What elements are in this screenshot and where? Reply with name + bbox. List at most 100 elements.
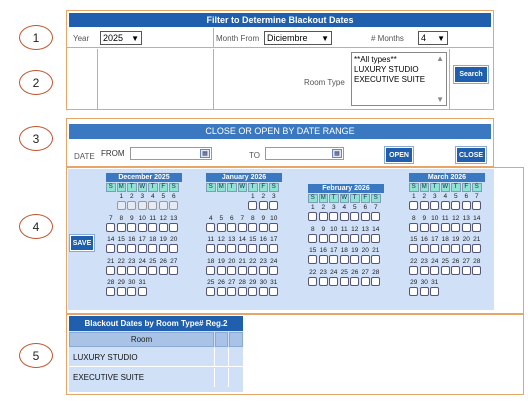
day-checkbox[interactable]: [216, 265, 226, 275]
day-cell[interactable]: 13: [169, 215, 179, 234]
day-cell[interactable]: 22: [308, 269, 318, 288]
day-cell[interactable]: 7: [237, 215, 248, 234]
day-cell[interactable]: 17: [329, 247, 339, 266]
day-checkbox[interactable]: [409, 265, 419, 275]
day-cell[interactable]: 23: [127, 258, 137, 277]
day-cell[interactable]: 24: [430, 258, 440, 277]
day-checkbox[interactable]: [127, 201, 137, 210]
day-checkbox[interactable]: [106, 265, 116, 275]
day-checkbox[interactable]: [409, 244, 419, 253]
day-checkbox[interactable]: [350, 255, 360, 264]
day-checkbox[interactable]: [472, 201, 482, 210]
day-cell[interactable]: 6: [360, 204, 371, 223]
scroll-down-icon[interactable]: ▼: [436, 95, 444, 105]
day-checkbox[interactable]: [339, 212, 349, 221]
day-cell[interactable]: 14: [106, 236, 116, 255]
day-checkbox[interactable]: [350, 276, 360, 286]
day-cell[interactable]: 29: [248, 279, 258, 298]
day-checkbox[interactable]: [440, 265, 450, 275]
day-cell[interactable]: 28: [106, 279, 116, 298]
day-cell[interactable]: 3: [430, 193, 440, 212]
day-checkbox[interactable]: [116, 244, 126, 253]
day-cell[interactable]: 21: [472, 236, 482, 255]
day-cell[interactable]: 25: [148, 258, 158, 277]
day-checkbox[interactable]: [269, 222, 279, 232]
day-cell[interactable]: 9: [419, 215, 430, 234]
day-cell[interactable]: 27: [169, 258, 179, 277]
day-cell[interactable]: 29: [409, 279, 419, 298]
day-cell[interactable]: 30: [419, 279, 430, 298]
day-checkbox[interactable]: [237, 222, 247, 232]
day-cell[interactable]: 9: [258, 215, 269, 234]
day-checkbox[interactable]: [137, 201, 147, 210]
day-cell[interactable]: 10: [430, 215, 440, 234]
day-checkbox[interactable]: [258, 222, 268, 232]
room-type-option[interactable]: LUXURY STUDIO: [354, 65, 444, 75]
day-cell[interactable]: 8: [116, 215, 127, 234]
day-cell[interactable]: 13: [227, 236, 237, 255]
day-checkbox[interactable]: [227, 222, 237, 232]
day-checkbox[interactable]: [116, 265, 126, 275]
day-checkbox[interactable]: [451, 201, 461, 210]
day-checkbox[interactable]: [137, 222, 147, 232]
day-checkbox[interactable]: [137, 287, 147, 296]
day-checkbox[interactable]: [116, 287, 126, 296]
day-cell[interactable]: 14: [472, 215, 482, 234]
day-cell[interactable]: 4: [148, 193, 158, 212]
day-cell[interactable]: 5: [216, 215, 227, 234]
day-cell[interactable]: 7: [106, 215, 116, 234]
day-cell[interactable]: 2: [318, 204, 329, 223]
day-cell[interactable]: 3: [269, 193, 279, 212]
day-checkbox[interactable]: [350, 233, 360, 243]
day-checkbox[interactable]: [461, 244, 471, 253]
day-checkbox[interactable]: [461, 201, 471, 210]
day-cell[interactable]: 16: [258, 236, 269, 255]
day-cell[interactable]: 10: [137, 215, 148, 234]
day-checkbox[interactable]: [269, 265, 279, 275]
save-button[interactable]: SAVE: [69, 234, 95, 252]
day-cell[interactable]: 27: [360, 269, 371, 288]
day-cell[interactable]: 15: [409, 236, 419, 255]
day-checkbox[interactable]: [318, 212, 328, 221]
day-checkbox[interactable]: [116, 201, 126, 210]
day-checkbox[interactable]: [360, 276, 370, 286]
day-cell[interactable]: 14: [237, 236, 248, 255]
day-checkbox[interactable]: [308, 212, 318, 221]
day-cell[interactable]: 8: [308, 226, 318, 245]
day-checkbox[interactable]: [206, 287, 216, 296]
day-checkbox[interactable]: [419, 287, 429, 296]
day-checkbox[interactable]: [169, 201, 179, 210]
day-cell[interactable]: 31: [137, 279, 148, 298]
day-cell[interactable]: 16: [419, 236, 430, 255]
day-cell[interactable]: 8: [248, 215, 258, 234]
day-checkbox[interactable]: [430, 201, 440, 210]
day-checkbox[interactable]: [371, 255, 381, 264]
day-cell[interactable]: 16: [318, 247, 329, 266]
day-checkbox[interactable]: [339, 255, 349, 264]
day-cell[interactable]: 25: [206, 279, 216, 298]
day-checkbox[interactable]: [329, 276, 339, 286]
day-cell[interactable]: 15: [116, 236, 127, 255]
day-checkbox[interactable]: [308, 276, 318, 286]
day-cell[interactable]: 4: [440, 193, 451, 212]
day-cell[interactable]: 11: [440, 215, 451, 234]
day-checkbox[interactable]: [227, 287, 237, 296]
day-cell[interactable]: 17: [137, 236, 148, 255]
day-cell[interactable]: 5: [451, 193, 461, 212]
day-checkbox[interactable]: [472, 222, 482, 232]
day-checkbox[interactable]: [371, 233, 381, 243]
day-cell[interactable]: 12: [451, 215, 461, 234]
day-checkbox[interactable]: [440, 244, 450, 253]
day-cell[interactable]: 31: [430, 279, 440, 298]
day-checkbox[interactable]: [106, 244, 116, 253]
day-cell[interactable]: 4: [206, 215, 216, 234]
day-cell[interactable]: 12: [350, 226, 360, 245]
day-checkbox[interactable]: [169, 265, 179, 275]
day-cell[interactable]: 2: [127, 193, 137, 212]
day-cell[interactable]: 15: [308, 247, 318, 266]
from-date-input[interactable]: ▦: [130, 147, 212, 160]
day-cell[interactable]: 30: [127, 279, 137, 298]
day-checkbox[interactable]: [451, 244, 461, 253]
day-cell[interactable]: 10: [329, 226, 339, 245]
day-checkbox[interactable]: [419, 265, 429, 275]
